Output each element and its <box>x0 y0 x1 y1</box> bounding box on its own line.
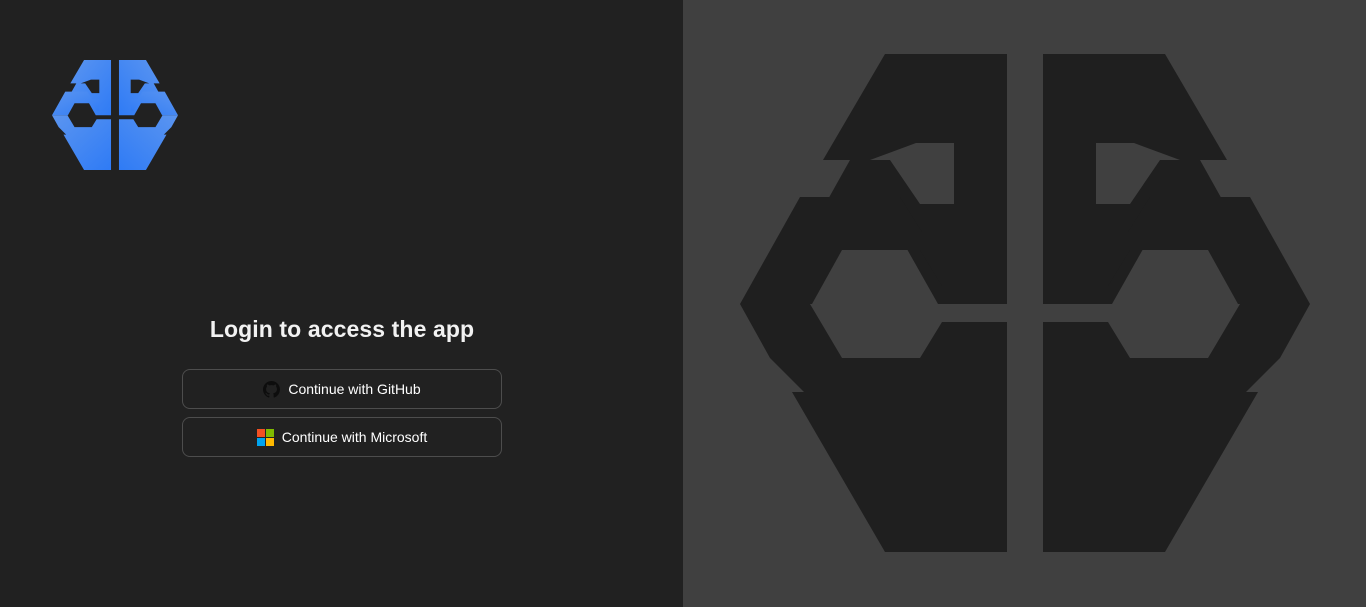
login-screen: Login to access the app Continue with Gi… <box>0 0 1366 607</box>
brain-hexagon-icon <box>52 59 178 171</box>
microsoft-login-button[interactable]: Continue with Microsoft <box>182 417 502 457</box>
large-brain-hexagon-icon <box>740 54 1310 552</box>
microsoft-icon <box>256 428 274 446</box>
login-form: Login to access the app Continue with Gi… <box>182 316 502 465</box>
login-title: Login to access the app <box>209 316 475 342</box>
microsoft-button-label: Continue with Microsoft <box>281 429 428 445</box>
github-login-button[interactable]: Continue with GitHub <box>182 369 502 409</box>
brand-panel <box>683 0 1366 607</box>
login-panel: Login to access the app Continue with Gi… <box>0 0 683 607</box>
github-icon <box>263 380 281 398</box>
github-button-label: Continue with GitHub <box>288 381 421 397</box>
